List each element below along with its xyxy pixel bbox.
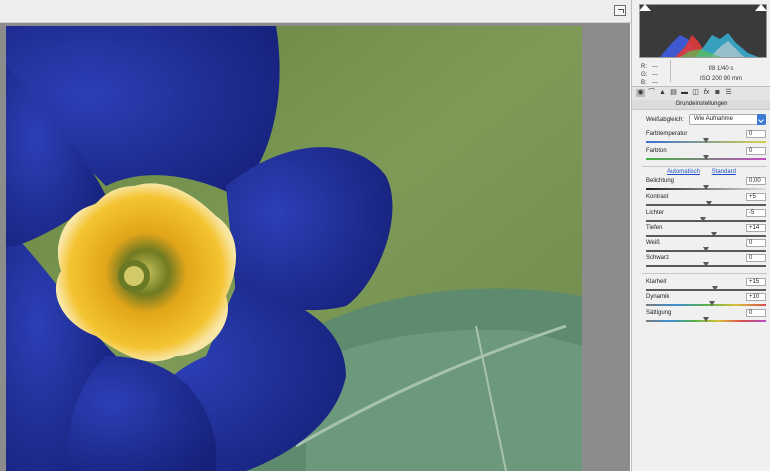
white-balance-label: Weißabgleich: [646, 117, 684, 123]
auto-link[interactable]: Automatisch [667, 169, 700, 175]
highlights-value[interactable]: -5 [746, 209, 766, 217]
clarity-value[interactable]: +15 [746, 278, 766, 286]
detail-icon[interactable]: ▲ [658, 89, 667, 97]
tint-value[interactable]: 0 [746, 147, 766, 155]
default-link[interactable]: Standard [712, 169, 736, 175]
contrast-value[interactable]: +5 [746, 193, 766, 201]
divider [642, 166, 767, 167]
histogram-graph [640, 33, 758, 57]
temperature-slider[interactable]: Farbtemperatur 0 [646, 130, 766, 148]
vibrance-track[interactable] [646, 304, 766, 306]
contrast-thumb[interactable] [706, 201, 712, 206]
lens-icon[interactable]: ◫ [691, 89, 700, 97]
readout-divider [670, 60, 671, 82]
white-balance-select[interactable]: Wie Aufnahme [689, 114, 766, 125]
divider [642, 273, 767, 274]
tint-thumb[interactable] [703, 155, 709, 160]
whites-value[interactable]: 0 [746, 239, 766, 247]
fx-icon[interactable]: fx [702, 89, 711, 97]
chevron-down-icon [757, 114, 766, 125]
temperature-thumb[interactable] [703, 138, 709, 143]
shadow-clipping-warning-icon[interactable] [639, 4, 651, 11]
photo-preview [6, 26, 582, 471]
histogram [639, 4, 767, 58]
hsl-icon[interactable]: ▤ [669, 89, 678, 97]
primrose-photo [6, 26, 582, 471]
tone-curve-icon[interactable]: ⌒ [647, 89, 656, 97]
clarity-thumb[interactable] [712, 286, 718, 291]
aperture-icon[interactable]: ◉ [636, 89, 645, 97]
presets-icon[interactable]: ☰ [724, 89, 733, 97]
image-preview-area[interactable] [0, 23, 630, 471]
blacks-thumb[interactable] [703, 262, 709, 267]
rgb-readout: R: --- G: --- B: --- [641, 64, 658, 86]
temperature-value[interactable]: 0 [746, 130, 766, 138]
vibrance-thumb[interactable] [709, 301, 715, 306]
vibrance-value[interactable]: +10 [746, 293, 766, 301]
camera-calibration-icon[interactable]: ◙ [713, 89, 722, 97]
fullscreen-toggle-icon[interactable] [614, 5, 626, 16]
exposure-value[interactable]: 0,00 [746, 177, 766, 185]
section-title: Grundeinstellungen [632, 100, 770, 110]
camera-info: f/8 1/40 s ISO 200 90 mm [676, 64, 766, 84]
adjustment-panel: R: --- G: --- B: --- f/8 1/40 s ISO 200 90 … [631, 0, 770, 471]
highlights-thumb[interactable] [700, 217, 706, 222]
tint-slider[interactable]: Farbton 0 [646, 147, 766, 165]
exposure-thumb[interactable] [703, 185, 709, 190]
whites-thumb[interactable] [703, 247, 709, 252]
auto-default-links: Automatisch Standard [632, 169, 770, 175]
iso-focal: ISO 200 90 mm [699, 76, 743, 82]
shadows-track[interactable] [646, 235, 766, 237]
blacks-slider[interactable]: Schwarz 0 [646, 254, 766, 272]
highlights-track[interactable] [646, 220, 766, 222]
blacks-value[interactable]: 0 [746, 254, 766, 262]
saturation-thumb[interactable] [703, 317, 709, 322]
clarity-track[interactable] [646, 289, 766, 291]
highlight-clipping-warning-icon[interactable] [755, 4, 767, 11]
saturation-value[interactable]: 0 [746, 309, 766, 317]
aperture-shutter: f/8 1/40 s [708, 66, 734, 72]
shadows-value[interactable]: +14 [746, 224, 766, 232]
split-toning-icon[interactable]: ▬ [680, 89, 689, 97]
shadows-thumb[interactable] [711, 232, 718, 237]
saturation-slider[interactable]: Sättigung 0 [646, 309, 766, 327]
panel-tabs: ◉ ⌒ ▲ ▤ ▬ ◫ fx ◙ ☰ [632, 86, 770, 101]
